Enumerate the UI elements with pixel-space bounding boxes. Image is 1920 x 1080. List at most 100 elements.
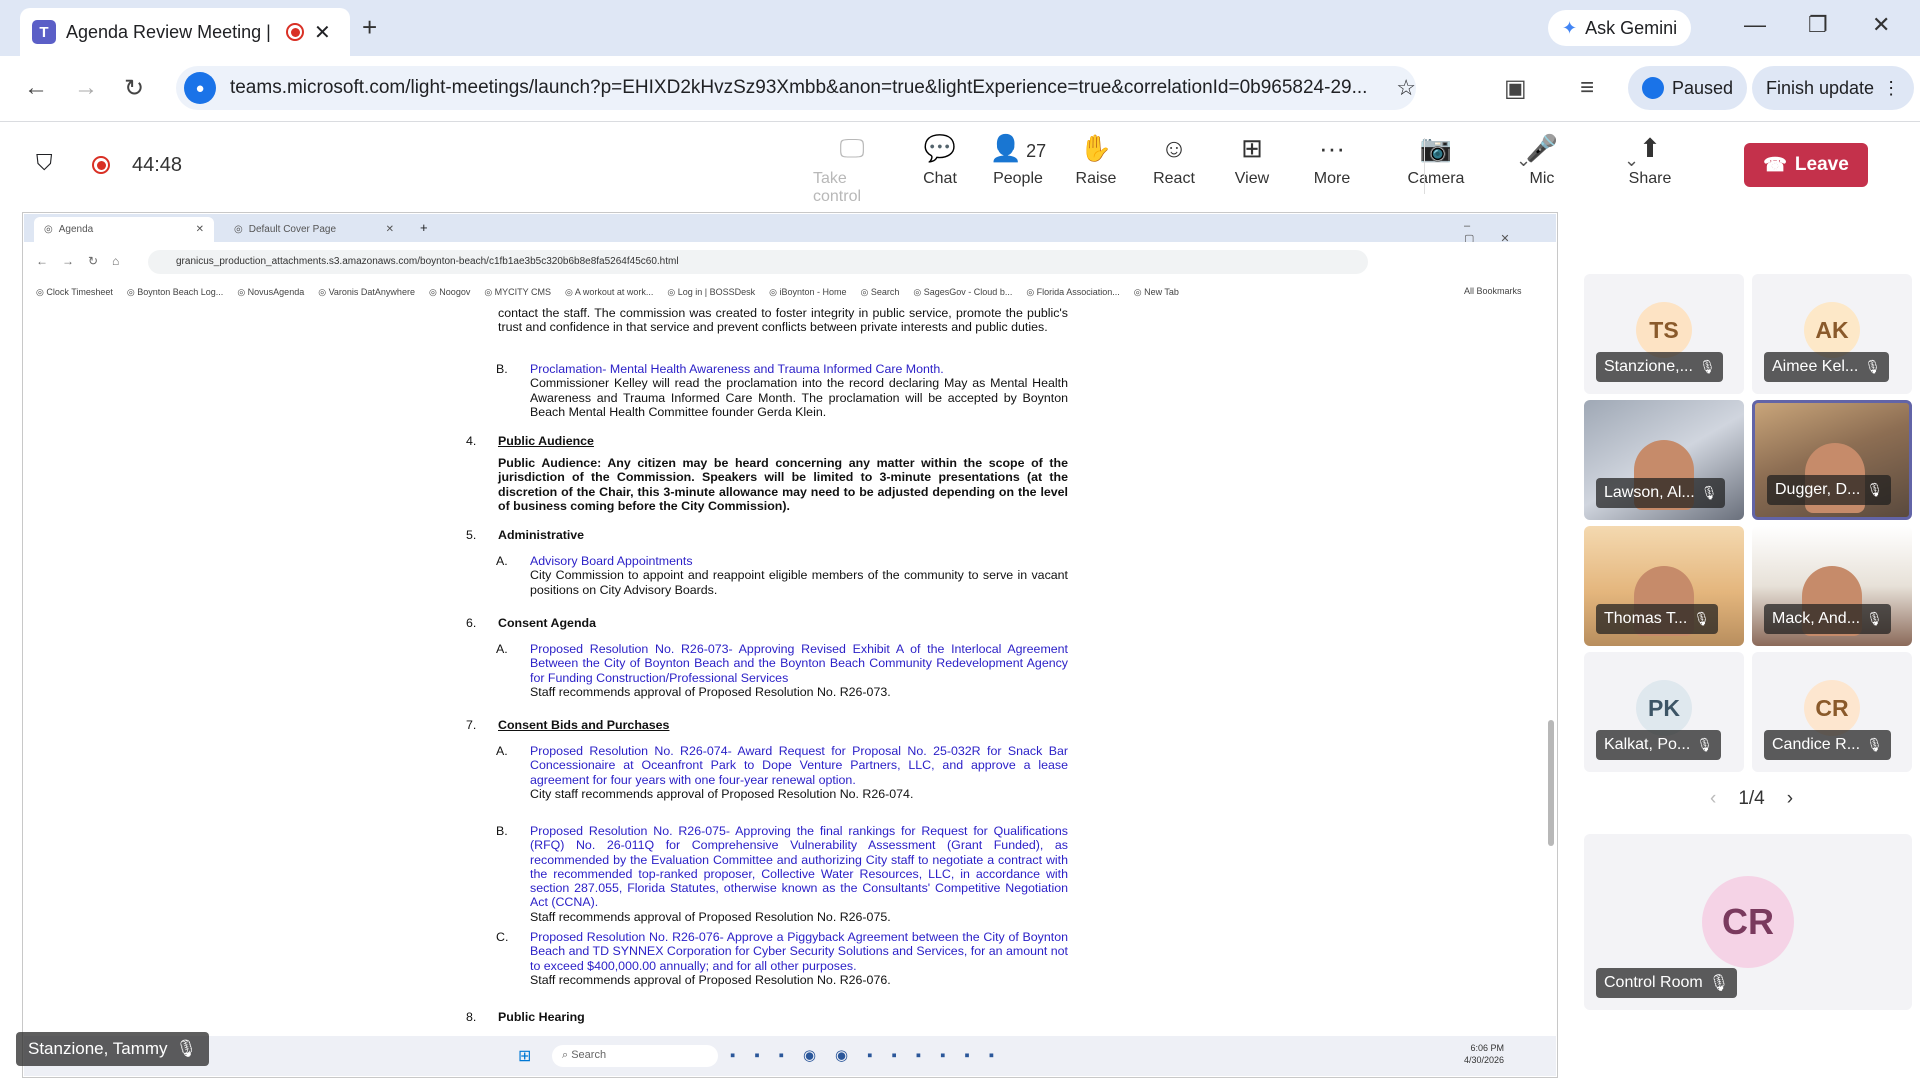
agenda-item-body: City staff recommends approval of Propos… xyxy=(530,786,914,801)
people-count: 27 xyxy=(1026,141,1047,161)
mic-muted-icon: 🎙 xyxy=(1866,482,1883,497)
tab-title: Agenda Review Meeting | M xyxy=(66,21,276,42)
section-title: Public Hearing xyxy=(498,1010,585,1024)
participant-tile[interactable]: CR Candice R... 🎙 xyxy=(1752,652,1912,772)
participant-tile[interactable]: Lawson, Al... 🎙 xyxy=(1584,400,1744,520)
url-text: teams.microsoft.com/light-meetings/launc… xyxy=(229,77,1368,98)
toolbar-button-label: Raise xyxy=(1075,170,1117,187)
agenda-item-link: Proposed Resolution No. R26-074- Award R… xyxy=(530,744,1068,787)
toolbar-chat-button[interactable]: 💬 Chat xyxy=(901,132,979,188)
participant-avatar: PK xyxy=(1636,680,1692,736)
new-tab-button[interactable]: + xyxy=(362,12,377,43)
participant-name: Stanzione,... xyxy=(1604,358,1693,375)
toolbar-camera-button[interactable]: 📷 Camera xyxy=(1397,132,1475,188)
toolbar-button-label: View xyxy=(1234,170,1270,187)
toolbar-button-label: More xyxy=(1313,170,1351,187)
shared-nav-icons: ←→↻⌂ xyxy=(36,254,134,268)
minimize-icon[interactable]: — xyxy=(1744,12,1766,38)
mic-muted-icon: 🎙 xyxy=(1700,485,1718,500)
mic-options-chevron-icon[interactable]: ⌄ xyxy=(1624,150,1639,171)
toolbar-react-button[interactable]: ☺ React xyxy=(1135,132,1213,188)
item-letter: B. xyxy=(496,824,508,838)
finish-update-label: Finish update xyxy=(1766,77,1875,98)
all-bookmarks-label: All Bookmarks xyxy=(1464,286,1522,296)
omnibox[interactable]: ● teams.microsoft.com/light-meetings/lau… xyxy=(176,66,1416,110)
participant-tile[interactable]: Thomas T... 🎙 xyxy=(1584,526,1744,646)
tab-search-icon[interactable]: ≡ xyxy=(1580,74,1594,102)
shared-tab-agenda: ◎ Agenda ✕ xyxy=(34,217,214,242)
participant-name: Mack, And... xyxy=(1772,610,1861,627)
section-title: Public Audience xyxy=(498,434,594,448)
bookmark-item: ◎ Noogov xyxy=(428,286,471,297)
participant-name-tag: Stanzione,... 🎙 xyxy=(1596,352,1724,382)
cast-icon[interactable]: ▣ xyxy=(1504,74,1527,103)
close-tab-icon[interactable]: ✕ xyxy=(314,20,331,45)
finish-update-button[interactable]: Finish update ⋮ xyxy=(1752,66,1915,110)
participant-tile[interactable]: Mack, And... 🎙 xyxy=(1752,526,1912,646)
previous-page-icon[interactable]: ‹ xyxy=(1710,788,1716,810)
agenda-item-body: City Commission to appoint and reappoint… xyxy=(530,568,1068,597)
bookmark-star-icon[interactable]: ☆ xyxy=(1396,75,1416,101)
gallery-pager: ‹ 1/4 › xyxy=(1710,788,1793,810)
bookmark-item: ◎ Varonis DatAnywhere xyxy=(318,286,415,297)
agenda-item-body: Staff recommends approval of Proposed Re… xyxy=(530,972,891,987)
participant-tile[interactable]: PK Kalkat, Po... 🎙 xyxy=(1584,652,1744,772)
clock-date: 4/30/2026 xyxy=(1464,1055,1505,1065)
bookmark-item: ◎ iBoynton - Home xyxy=(769,286,847,297)
toolbar-raise-button[interactable]: ✋ Raise xyxy=(1057,132,1135,188)
shared-tab-label: Default Cover Page xyxy=(248,224,337,235)
toolbar-people-button[interactable]: 👤 27 People xyxy=(979,132,1057,188)
shared-bookmarks-bar: ◎ Clock Timesheet ◎ Boynton Beach Log... ◎… xyxy=(24,282,1556,302)
mic-active-icon: ● xyxy=(184,72,216,104)
bookmark-item: ◎ Florida Association... xyxy=(1026,286,1120,297)
participant-avatar: TS xyxy=(1636,302,1692,358)
participant-avatar: CR xyxy=(1804,680,1860,736)
agenda-item-link: Advisory Board Appointments xyxy=(530,554,693,568)
featured-name-tag: Control Room 🎙 xyxy=(1596,968,1738,998)
participant-name: Dugger, D... xyxy=(1775,481,1861,498)
profile-paused-button[interactable]: Paused xyxy=(1628,66,1748,110)
back-icon[interactable]: ← xyxy=(24,74,48,102)
reload-icon[interactable]: ↻ xyxy=(124,74,144,103)
participant-tile[interactable]: AK Aimee Kel... 🎙 xyxy=(1752,274,1912,394)
item-letter: A. xyxy=(496,554,508,568)
paused-label: Paused xyxy=(1672,77,1734,98)
next-page-icon[interactable]: › xyxy=(1787,788,1793,810)
active-speaker-label: Stanzione, Tammy 🎙 xyxy=(16,1032,210,1066)
camera-options-chevron-icon[interactable]: ⌄ xyxy=(1516,150,1531,171)
leave-button[interactable]: ☎ Leave xyxy=(1744,143,1868,187)
participant-tile[interactable]: TS Stanzione,... 🎙 xyxy=(1584,274,1744,394)
shared-scrollbar-thumb xyxy=(1548,720,1554,846)
ask-gemini-button[interactable]: ✦ Ask Gemini xyxy=(1548,10,1692,46)
shared-browser-tabs: ◎ Agenda ✕ ◎ Default Cover Page ✕ + –▢✕ xyxy=(24,214,1556,245)
featured-participant-tile[interactable]: CR Control Room 🎙 xyxy=(1584,834,1912,1010)
toolbar-take-control-button[interactable]: 🖵 Take control xyxy=(813,132,891,206)
participant-name-tag: Candice R... 🎙 xyxy=(1764,730,1891,760)
intro-paragraph: contact the staff. The commission was cr… xyxy=(498,306,1068,335)
toolbar-more-button[interactable]: ··· More xyxy=(1293,132,1371,188)
globe-icon: ◎ xyxy=(234,224,243,235)
participant-tile[interactable]: Dugger, D... 🎙 xyxy=(1752,400,1912,520)
teams-logo-icon: T xyxy=(32,20,56,44)
toolbar-mic-button[interactable]: 🎤 Mic xyxy=(1503,132,1581,188)
agenda-item-body: Commissioner Kelley will read the procla… xyxy=(530,376,1068,419)
close-window-icon[interactable]: ✕ xyxy=(1872,12,1890,38)
toolbar-share-button[interactable]: ⬆ Share xyxy=(1611,132,1689,188)
toolbar-button-label: Take control xyxy=(813,170,862,205)
toolbar-view-button[interactable]: ⊞ View xyxy=(1213,132,1291,188)
section-number: 8. xyxy=(466,1010,477,1024)
close-icon: ✕ xyxy=(195,224,204,235)
taskbar-search-label: Search xyxy=(571,1049,607,1061)
toolbar-divider xyxy=(1424,138,1425,194)
view-icon: ⊞ xyxy=(1241,133,1263,163)
people-icon: 👤 27 xyxy=(989,133,1047,163)
mic-muted-icon: 🎙 xyxy=(1698,359,1716,374)
bookmark-item: ◎ A workout at work... xyxy=(565,286,654,297)
restore-icon[interactable]: ❐ xyxy=(1808,12,1828,38)
item-letter: B. xyxy=(496,362,508,376)
item-letter: A. xyxy=(496,744,508,758)
browser-tab[interactable]: T Agenda Review Meeting | M ✕ xyxy=(20,8,350,56)
taskbar-app-icons: ▪▪▪◉◉▪▪▪▪▪▪ xyxy=(730,1047,1014,1064)
participant-name-tag: Lawson, Al... 🎙 xyxy=(1596,478,1726,508)
forward-icon[interactable]: → xyxy=(74,74,98,102)
